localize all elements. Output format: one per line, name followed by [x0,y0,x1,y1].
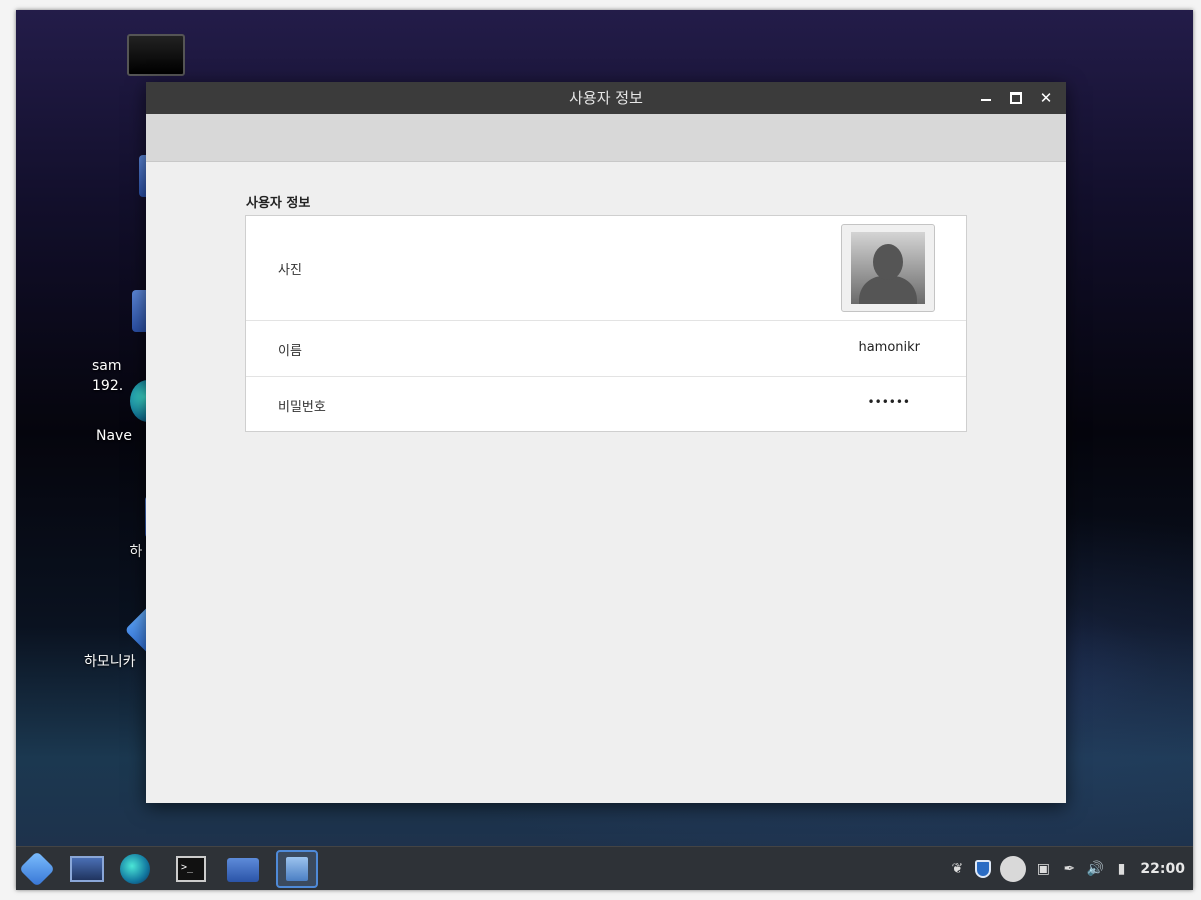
name-label: 이름 [278,344,302,359]
desktop-icon-label: 하모니카 [84,654,136,670]
close-button[interactable]: ✕ [1034,82,1058,114]
status-circle-icon[interactable] [1000,856,1027,882]
minimize-button[interactable] [974,82,998,114]
desktop-icon-label: 하 [129,544,143,560]
minimize-icon [981,99,991,101]
taskbar-user-info-window[interactable] [276,850,318,888]
file-manager-icon[interactable] [227,858,259,882]
photo-button[interactable] [841,224,935,312]
photo-row: 사진 [246,216,966,321]
tray-app-icon[interactable]: ❦ [948,860,966,878]
taskbar: >_ ❦ ▣ ✒ 🔊 ▮ 22:00 [16,846,1193,890]
name-value: hamonikr [858,340,920,355]
window-controls: ✕ [974,82,1058,114]
monitor-icon [127,34,185,76]
window-titlebar[interactable]: 사용자 정보 ✕ [146,82,1066,114]
security-shield-icon[interactable] [974,860,992,878]
maximize-button[interactable] [1004,82,1028,114]
desktop-icon-label: Nave [96,428,132,444]
section-title: 사용자 정보 [246,196,311,211]
battery-icon[interactable]: ▮ [1112,860,1130,878]
clock[interactable]: 22:00 [1140,861,1185,877]
user-info-window: 사용자 정보 ✕ 사용자 정보 사진 이름 hamonikr 비밀번호 ••••… [146,82,1066,803]
password-value: •••••• [867,395,910,409]
terminal-icon[interactable]: >_ [176,856,206,882]
password-row[interactable]: 비밀번호 •••••• [246,377,966,432]
photo-label: 사진 [278,263,302,278]
user-info-card: 사진 이름 hamonikr 비밀번호 •••••• [245,215,967,432]
user-account-icon [286,857,308,881]
start-menu-icon[interactable] [18,850,56,888]
show-desktop-icon[interactable] [70,856,104,882]
header-bar [146,114,1066,162]
avatar-icon [851,232,925,304]
volume-icon[interactable]: 🔊 [1086,860,1104,878]
screenshot-icon[interactable]: ▣ [1034,860,1052,878]
desktop-icon-samba[interactable]: sam 192. [92,270,166,396]
name-row[interactable]: 이름 hamonikr [246,321,966,377]
maximize-icon [1010,92,1022,104]
whale-browser-icon[interactable] [120,854,150,884]
pen-icon[interactable]: ✒ [1060,860,1078,878]
password-label: 비밀번호 [278,400,326,415]
window-title: 사용자 정보 [569,89,643,107]
close-icon: ✕ [1039,88,1053,107]
system-tray: ❦ ▣ ✒ 🔊 ▮ 22:00 [948,847,1185,890]
